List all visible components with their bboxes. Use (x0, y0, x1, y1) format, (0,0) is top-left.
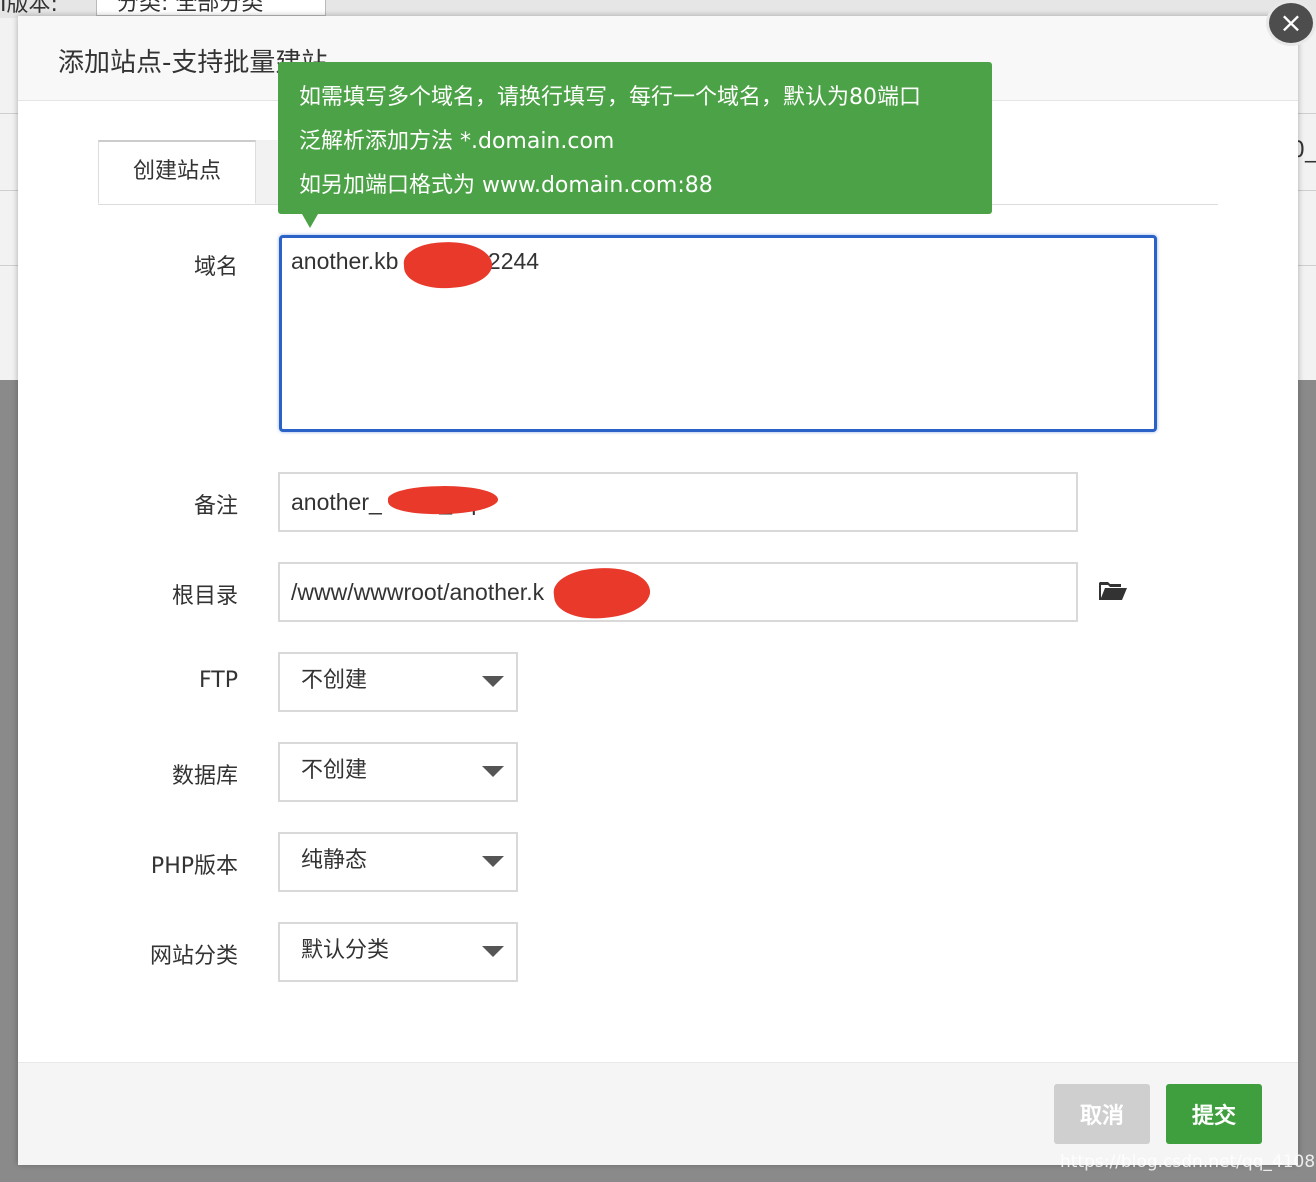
tooltip-line-1: 如需填写多个域名，请换行填写，每行一个域名，默认为80端口 (299, 85, 921, 110)
cancel-button[interactable]: 取消 (1054, 1084, 1150, 1144)
php-version-select-value: 纯静态 (301, 848, 368, 873)
database-select[interactable]: 不创建 (278, 742, 518, 802)
tab-create-site[interactable]: 创建站点 (98, 140, 256, 204)
site-category-select-value: 默认分类 (301, 938, 390, 963)
php-version-label: PHP版本 (150, 854, 238, 879)
remark-label: 备注 (193, 494, 238, 519)
tooltip-line-3: 如另加端口格式为 www.domain.com:88 (299, 173, 713, 198)
caret-down-icon (482, 766, 504, 777)
folder-open-icon[interactable] (1098, 580, 1128, 602)
tooltip-arrow (302, 214, 318, 228)
root-dir-label: 根目录 (171, 584, 238, 609)
watermark: https://blog.csdn.net/qq_41083105 (1060, 1152, 1316, 1172)
root-dir-input[interactable] (278, 562, 1078, 622)
database-label: 数据库 (171, 764, 238, 789)
submit-button[interactable]: 提交 (1166, 1084, 1262, 1144)
caret-down-icon (482, 676, 504, 687)
ftp-label: FTP (199, 668, 238, 693)
php-version-select[interactable]: 纯静态 (278, 832, 518, 892)
add-site-dialog: 添加站点-支持批量建站 创建站点 如需填写多个域名，请换行填写，每行一个域名，默… (18, 16, 1298, 1165)
close-icon: × (1279, 6, 1303, 39)
ftp-select[interactable]: 不创建 (278, 652, 518, 712)
background-category-select: 分类: 全部分类 (96, 0, 326, 16)
caret-down-icon (482, 856, 504, 867)
site-category-select[interactable]: 默认分类 (278, 922, 518, 982)
domain-help-tooltip: 如需填写多个域名，请换行填写，每行一个域名，默认为80端口 泛解析添加方法 *.… (278, 62, 992, 228)
domain-label: 域名 (193, 255, 238, 280)
database-select-value: 不创建 (301, 758, 368, 783)
ftp-select-value: 不创建 (301, 668, 368, 693)
caret-down-icon (482, 946, 504, 957)
tooltip-line-2: 泛解析添加方法 *.domain.com (299, 129, 615, 154)
site-category-label: 网站分类 (149, 944, 238, 969)
close-button[interactable]: × (1266, 0, 1316, 46)
